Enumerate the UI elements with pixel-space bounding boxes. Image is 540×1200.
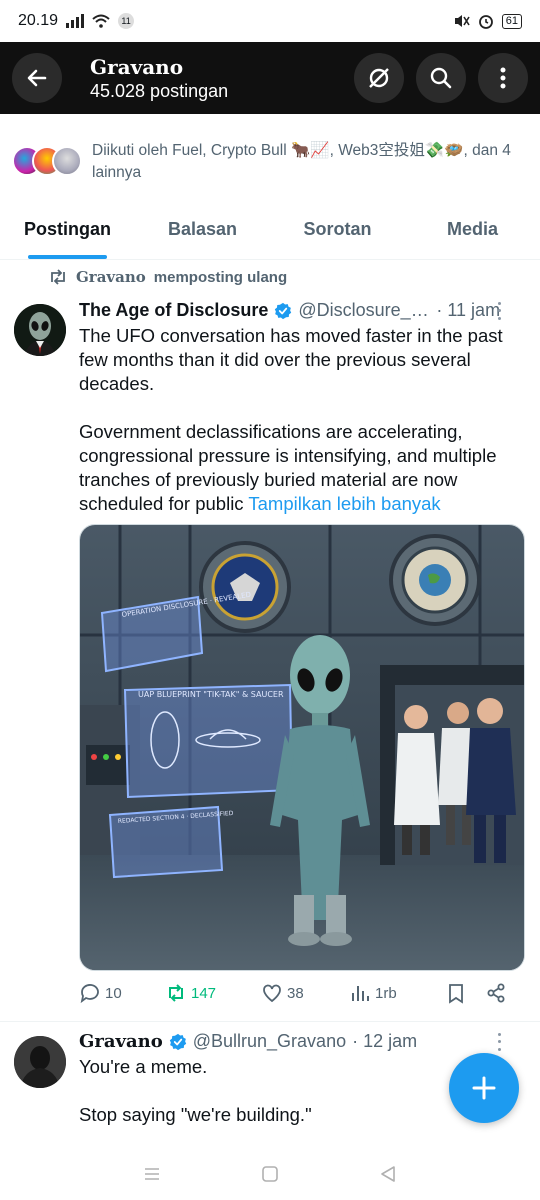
repost-icon — [51, 269, 65, 285]
profile-name: Gravano — [90, 54, 184, 79]
hologram-label: UAP BLUEPRINT "TIK-TAK" & SAUCER — [138, 690, 284, 699]
show-more-link[interactable]: Tampilkan lebih banyak — [248, 493, 440, 514]
recent-apps-icon[interactable] — [143, 1166, 161, 1182]
battery-level: 61 — [505, 15, 518, 27]
tweet-header: Gravano @Bullrun_Gravano · 12 jam — [79, 1031, 524, 1052]
bookmark-icon — [449, 984, 463, 1004]
back-button[interactable] — [12, 53, 62, 103]
mute-icon — [454, 15, 470, 27]
bookmark-button[interactable] — [445, 982, 485, 1004]
avatar[interactable] — [14, 304, 66, 356]
alien-scene-illustration: OPERATION DISCLOSURE · REVEALED UAP BLUE… — [80, 525, 524, 970]
share-button[interactable] — [485, 982, 507, 1004]
like-count: 38 — [287, 984, 304, 1002]
more-options-button[interactable] — [478, 53, 528, 103]
alarm-icon — [478, 15, 493, 29]
alien-avatar-image — [14, 304, 66, 356]
profile-tabs: Postingan Balasan Sorotan Media — [0, 200, 540, 260]
repost-user[interactable]: Gravano — [76, 268, 146, 286]
signal-icon — [66, 14, 85, 28]
tweet-time[interactable]: · 12 jam — [352, 1031, 417, 1052]
plus-icon — [472, 1076, 496, 1100]
reply-icon — [80, 984, 99, 1004]
status-bar: 20.19 11 61 — [0, 0, 540, 42]
followed-by-text: Diikuti oleh Fuel, Crypto Bull 🐂📈, Web3空… — [92, 142, 511, 181]
tweet-time[interactable]: · 11 jam — [436, 300, 500, 321]
avatar — [52, 146, 82, 176]
share-icon — [487, 983, 505, 1003]
follower-avatars — [12, 146, 82, 176]
like-button[interactable]: 38 — [261, 982, 349, 1004]
battery-icon: 61 — [501, 13, 522, 29]
more-vertical-icon — [500, 67, 506, 89]
tweet-media-image[interactable]: OPERATION DISCLOSURE · REVEALED UAP BLUE… — [79, 524, 525, 971]
tweet-display-name[interactable]: The Age of Disclosure — [79, 300, 268, 321]
followed-by[interactable]: Diikuti oleh Fuel, Crypto Bull 🐂📈, Web3空… — [12, 140, 528, 184]
tweet-paragraph: Stop saying "we're building." — [79, 1104, 312, 1125]
repost-count: 147 — [191, 984, 217, 1002]
wifi-icon — [92, 14, 110, 28]
verified-badge-icon — [169, 1033, 186, 1050]
tab-highlights[interactable]: Sorotan — [270, 200, 405, 259]
tweet-handle[interactable]: @Bullrun_Gravano — [193, 1031, 346, 1052]
search-icon — [430, 67, 452, 89]
tweet-handle[interactable]: @Disclosure_S... — [298, 300, 430, 321]
tweet-more-button[interactable] — [492, 1032, 506, 1051]
views-count: 1rb — [375, 984, 397, 1002]
reply-button[interactable]: 10 — [79, 982, 165, 1004]
system-nav-bar — [0, 1148, 540, 1200]
views-button[interactable]: 1rb — [349, 982, 445, 1004]
search-button[interactable] — [416, 53, 466, 103]
compose-post-button[interactable] — [449, 1053, 519, 1123]
repost-indicator: Gravano memposting ulang — [48, 268, 287, 286]
tweet-paragraph: You're a meme. — [79, 1056, 208, 1077]
verified-badge-icon — [275, 302, 292, 319]
tweet-paragraph: The UFO conversation has moved faster in… — [79, 325, 503, 394]
tweet-display-name[interactable]: Gravano — [79, 1031, 163, 1052]
reply-count: 10 — [105, 984, 122, 1002]
grok-icon — [369, 68, 389, 88]
home-icon[interactable] — [261, 1165, 279, 1183]
status-time: 20.19 — [18, 12, 59, 29]
tweet-divider — [0, 1021, 540, 1022]
back-nav-icon[interactable] — [379, 1165, 397, 1183]
tweet-actions: 10 147 38 1rb — [79, 982, 519, 1004]
tweet-text: You're a meme. Stop saying "we're buildi… — [79, 1055, 479, 1151]
profile-photo-image — [14, 1036, 66, 1088]
repost-label: memposting ulang — [153, 268, 288, 286]
notification-count-badge: 11 — [118, 13, 135, 29]
tweet-more-button[interactable] — [492, 301, 506, 320]
views-icon — [352, 986, 369, 1001]
posts-count: 45.028 postingan — [90, 80, 229, 101]
heart-icon — [263, 984, 281, 1003]
tweet-header: The Age of Disclosure @Disclosure_S... ·… — [79, 300, 524, 321]
tab-replies[interactable]: Balasan — [135, 200, 270, 259]
tweet-text: The UFO conversation has moved faster in… — [79, 324, 519, 540]
profile-header: Gravano 45.028 postingan — [0, 42, 540, 114]
repost-button[interactable]: 147 — [165, 982, 261, 1004]
grok-button[interactable] — [354, 53, 404, 103]
arrow-left-icon — [27, 69, 47, 87]
tab-media[interactable]: Media — [405, 200, 540, 259]
repost-icon — [169, 984, 183, 1002]
tab-posts[interactable]: Postingan — [0, 200, 135, 259]
avatar[interactable] — [14, 1036, 66, 1088]
